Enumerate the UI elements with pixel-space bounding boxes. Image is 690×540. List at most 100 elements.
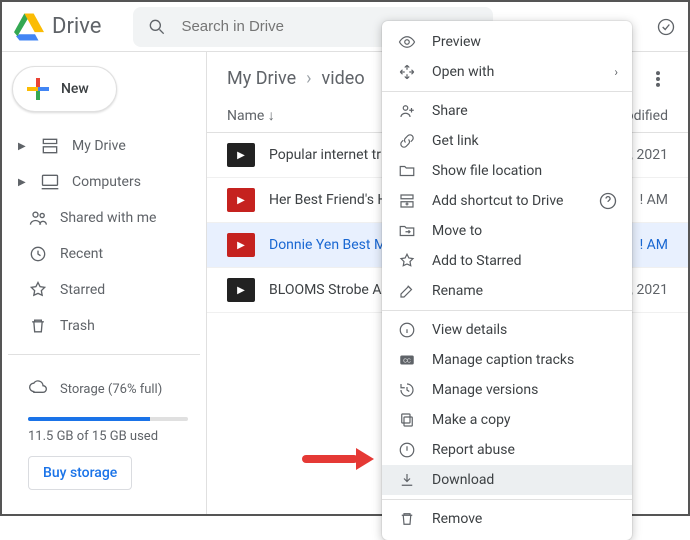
context-menu-item-rename[interactable]: Rename	[382, 276, 632, 306]
sidebar-item-label: Shared with me	[60, 210, 156, 226]
sidebar-item-my-drive[interactable]: ▶ My Drive	[8, 128, 200, 164]
computers-icon	[40, 172, 60, 192]
context-menu-item-remove[interactable]: Remove	[382, 504, 632, 534]
app-title: Drive	[52, 14, 101, 39]
context-menu-label: Download	[432, 472, 494, 488]
context-menu-label: Show file location	[432, 163, 542, 179]
chevron-right-icon: ▶	[18, 177, 28, 188]
context-menu-label: Make a copy	[432, 412, 511, 428]
trash-icon	[398, 509, 416, 529]
breadcrumb-item[interactable]: My Drive	[227, 68, 296, 89]
link-icon	[398, 131, 416, 151]
context-menu-label: Add to Starred	[432, 253, 521, 269]
context-menu-label: Move to	[432, 223, 482, 239]
video-thumb-icon: ▶	[227, 233, 255, 257]
context-menu-item-get-link[interactable]: Get link	[382, 126, 632, 156]
context-menu-item-view-details[interactable]: View details	[382, 315, 632, 345]
share-person-icon	[398, 101, 416, 121]
context-menu-item-manage-caption-tracks[interactable]: CC Manage caption tracks	[382, 345, 632, 375]
buy-storage-button[interactable]: Buy storage	[28, 456, 132, 490]
context-menu-item-share[interactable]: Share	[382, 96, 632, 126]
context-menu-item-add-shortcut-to-drive[interactable]: Add shortcut to Drive	[382, 186, 632, 216]
shared-icon	[28, 208, 48, 228]
context-menu-label: Preview	[432, 34, 481, 50]
context-menu: Preview Open with › Share Get link Show file …	[382, 21, 632, 540]
context-menu-item-manage-versions[interactable]: Manage versions	[382, 375, 632, 405]
new-button-label: New	[61, 81, 89, 97]
storage-used-text: 11.5 GB of 15 GB used	[28, 429, 194, 444]
svg-text:CC: CC	[403, 358, 411, 364]
chevron-right-icon: ›	[306, 68, 311, 89]
trash-icon	[28, 316, 48, 336]
more-icon[interactable]	[648, 69, 668, 89]
drive-logo-icon	[14, 12, 44, 42]
folder-icon	[398, 161, 416, 181]
history-icon	[398, 380, 416, 400]
sidebar-item-storage[interactable]: Storage (76% full)	[28, 371, 194, 407]
context-menu-separator	[382, 499, 632, 500]
context-menu-label: Share	[432, 103, 468, 119]
video-thumb-icon: ▶	[227, 143, 255, 167]
sidebar-item-recent[interactable]: Recent	[8, 236, 200, 272]
add-shortcut-icon	[398, 191, 416, 211]
context-menu-item-preview[interactable]: Preview	[382, 27, 632, 57]
sidebar-item-label: Computers	[72, 174, 141, 190]
sidebar-item-label: Starred	[60, 282, 105, 298]
context-menu-label: Remove	[432, 511, 482, 527]
recent-icon	[28, 244, 48, 264]
plus-icon	[27, 78, 49, 100]
move-to-icon	[398, 221, 416, 241]
cc-icon: CC	[398, 350, 416, 370]
context-menu-label: View details	[432, 322, 507, 338]
open-with-icon	[398, 62, 416, 82]
context-menu-label: Open with	[432, 64, 494, 80]
context-menu-separator	[382, 91, 632, 92]
storage-icon	[28, 379, 48, 399]
sidebar: New ▶ My Drive ▶ Computers Shared with m…	[2, 52, 207, 514]
info-icon	[398, 320, 416, 340]
context-menu-label: Rename	[432, 283, 483, 299]
context-menu-item-add-to-starred[interactable]: Add to Starred	[382, 246, 632, 276]
context-menu-item-download[interactable]: Download	[382, 465, 632, 495]
eye-icon	[398, 32, 416, 52]
sidebar-item-label: Trash	[60, 318, 95, 334]
context-menu-label: Manage caption tracks	[432, 352, 574, 368]
context-menu-separator	[382, 310, 632, 311]
storage-bar	[28, 417, 188, 421]
context-menu-item-open-with[interactable]: Open with ›	[382, 57, 632, 87]
chevron-right-icon: ›	[614, 65, 618, 79]
breadcrumb-item[interactable]: video	[322, 68, 365, 89]
sidebar-item-computers[interactable]: ▶ Computers	[8, 164, 200, 200]
rename-icon	[398, 281, 416, 301]
my-drive-icon	[40, 136, 60, 156]
sidebar-separator	[8, 354, 200, 355]
sidebar-item-trash[interactable]: Trash	[8, 308, 200, 344]
context-menu-label: Add shortcut to Drive	[432, 193, 563, 209]
context-menu-item-make-a-copy[interactable]: Make a copy	[382, 405, 632, 435]
context-menu-item-report-abuse[interactable]: Report abuse	[382, 435, 632, 465]
search-icon	[147, 17, 167, 37]
sort-arrow-icon: ↓	[268, 108, 275, 124]
drive-logo[interactable]: Drive	[14, 12, 101, 42]
annotation-arrow	[302, 448, 374, 468]
video-thumb-icon: ▶	[227, 278, 255, 302]
video-thumb-icon: ▶	[227, 188, 255, 212]
sidebar-item-shared[interactable]: Shared with me	[8, 200, 200, 236]
download-icon	[398, 470, 416, 490]
context-menu-label: Manage versions	[432, 382, 538, 398]
context-menu-item-show-file-location[interactable]: Show file location	[382, 156, 632, 186]
copy-icon	[398, 410, 416, 430]
storage-label: Storage (76% full)	[60, 382, 162, 397]
star-icon	[398, 251, 416, 271]
context-menu-item-move-to[interactable]: Move to	[382, 216, 632, 246]
sidebar-item-starred[interactable]: Starred	[8, 272, 200, 308]
sidebar-item-label: My Drive	[72, 138, 126, 154]
star-icon	[28, 280, 48, 300]
sidebar-item-label: Recent	[60, 246, 103, 262]
chevron-right-icon: ▶	[18, 141, 28, 152]
context-menu-label: Report abuse	[432, 442, 515, 458]
new-button[interactable]: New	[12, 66, 117, 112]
help-icon[interactable]	[598, 191, 618, 211]
ready-offline-icon[interactable]	[656, 17, 676, 37]
context-menu-label: Get link	[432, 133, 479, 149]
